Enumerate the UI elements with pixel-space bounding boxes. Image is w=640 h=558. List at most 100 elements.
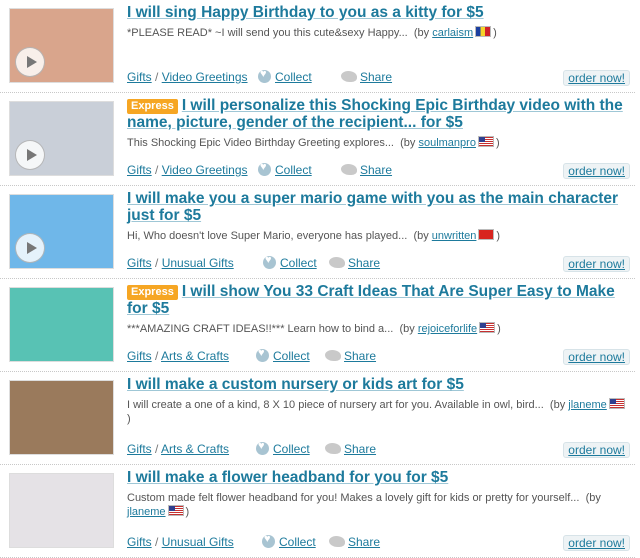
seller-link[interactable]: jlaneme: [568, 399, 607, 411]
order-now-button[interactable]: order now!: [563, 70, 630, 86]
collect-label: Collect: [280, 256, 317, 270]
gig-description: ***AMAZING CRAFT IDEAS!!*** Learn how to…: [127, 322, 630, 336]
gig-title-text: I will make a flower headband for you fo…: [127, 469, 449, 486]
gig-title-link[interactable]: I will make a custom nursery or kids art…: [127, 376, 630, 393]
share-button[interactable]: Share: [341, 70, 392, 84]
share-label: Share: [360, 70, 393, 84]
gig-title-link[interactable]: I will sing Happy Birthday to you as a k…: [127, 4, 630, 21]
gig-description: Hi, Who doesn't love Super Mario, everyo…: [127, 229, 630, 243]
heart-icon: [256, 440, 269, 455]
gig-title-link[interactable]: I will make you a super mario game with …: [127, 190, 630, 224]
order-now-button[interactable]: order now!: [563, 349, 630, 365]
collect-button[interactable]: Collect: [258, 68, 312, 84]
gig-item: Express I will personalize this Shocking …: [0, 93, 635, 186]
category-link[interactable]: Gifts: [127, 163, 152, 177]
gig-thumbnail[interactable]: [9, 8, 114, 83]
category-separator: /: [151, 442, 162, 456]
order-now-button[interactable]: order now!: [563, 256, 630, 272]
seller-link[interactable]: soulmanpro: [418, 137, 475, 149]
description-text: *PLEASE READ* ~I will send you this cute…: [127, 27, 408, 39]
category-separator: /: [151, 349, 162, 363]
gig-title-text: I will make you a super mario game with …: [127, 190, 619, 224]
gig-description: I will create a one of a kind, 8 X 10 pi…: [127, 398, 630, 426]
gig-title-link[interactable]: Express I will show You 33 Craft Ideas Th…: [127, 283, 630, 317]
country-flag-icon: [475, 26, 492, 37]
category-link[interactable]: Gifts: [127, 442, 152, 456]
by-close: ): [495, 137, 500, 149]
subcategory-link[interactable]: Video Greetings: [162, 163, 248, 177]
express-badge: Express: [127, 285, 178, 300]
country-flag-icon: [479, 322, 496, 333]
category-link[interactable]: Gifts: [127, 349, 152, 363]
collect-label: Collect: [273, 349, 310, 363]
gig-thumbnail[interactable]: [9, 101, 114, 176]
gig-item: Express I will show You 33 Craft Ideas Th…: [0, 279, 635, 372]
category-link[interactable]: Gifts: [127, 256, 152, 270]
gig-list: I will sing Happy Birthday to you as a k…: [0, 0, 635, 558]
seller-link[interactable]: unwritten: [432, 230, 477, 242]
collect-button[interactable]: Collect: [258, 161, 312, 177]
collect-button[interactable]: Collect: [262, 533, 316, 549]
collect-label: Collect: [273, 442, 310, 456]
by-label: (by: [399, 323, 415, 335]
share-button[interactable]: Share: [329, 535, 380, 549]
gig-title-link[interactable]: I will make a flower headband for you fo…: [127, 469, 630, 486]
thumbnail-image: [10, 381, 113, 454]
heart-icon: [258, 161, 271, 176]
express-badge: Express: [127, 99, 178, 114]
by-close: ): [185, 506, 190, 518]
subcategory-link[interactable]: Unusual Gifts: [162, 535, 234, 549]
collect-label: Collect: [279, 535, 316, 549]
gig-title-text: I will make a custom nursery or kids art…: [127, 376, 464, 393]
order-now-button[interactable]: order now!: [563, 442, 630, 458]
thumbnail-image: [10, 474, 113, 547]
share-button[interactable]: Share: [341, 163, 392, 177]
category-link[interactable]: Gifts: [127, 70, 152, 84]
country-flag-icon: [167, 505, 184, 516]
country-flag-icon: [477, 136, 494, 147]
gig-title-text: I will sing Happy Birthday to you as a k…: [127, 4, 484, 21]
gig-thumbnail[interactable]: [9, 287, 114, 362]
twitter-bird-icon: [329, 536, 345, 547]
country-flag-icon: [478, 229, 495, 240]
share-button[interactable]: Share: [329, 256, 380, 270]
order-now-button[interactable]: order now!: [563, 535, 630, 551]
collect-button[interactable]: Collect: [256, 440, 310, 456]
share-button[interactable]: Share: [325, 349, 376, 363]
gig-title-text: I will personalize this Shocking Epic Bi…: [127, 97, 623, 131]
play-icon[interactable]: [15, 233, 45, 263]
subcategory-link[interactable]: Arts & Crafts: [161, 442, 229, 456]
play-icon[interactable]: [15, 47, 45, 77]
subcategory-link[interactable]: Video Greetings: [162, 70, 248, 84]
gig-item: I will make a flower headband for you fo…: [0, 465, 635, 558]
gig-title-link[interactable]: Express I will personalize this Shocking …: [127, 97, 630, 131]
category-separator: /: [151, 70, 162, 84]
share-label: Share: [344, 349, 377, 363]
gig-description: *PLEASE READ* ~I will send you this cute…: [127, 26, 630, 40]
gig-thumbnail[interactable]: [9, 473, 114, 548]
share-button[interactable]: Share: [325, 442, 376, 456]
category-link[interactable]: Gifts: [127, 535, 152, 549]
description-text: ***AMAZING CRAFT IDEAS!!*** Learn how to…: [127, 323, 394, 335]
gig-item: I will make a custom nursery or kids art…: [0, 372, 635, 465]
share-label: Share: [344, 442, 377, 456]
seller-link[interactable]: rejoiceforlife: [418, 323, 477, 335]
gig-thumbnail[interactable]: [9, 194, 114, 269]
subcategory-link[interactable]: Arts & Crafts: [161, 349, 229, 363]
by-label: (by: [585, 492, 601, 504]
subcategory-link[interactable]: Unusual Gifts: [162, 256, 234, 270]
gig-thumbnail[interactable]: [9, 380, 114, 455]
twitter-bird-icon: [341, 71, 357, 82]
order-now-button[interactable]: order now!: [563, 163, 630, 179]
by-label: (by: [400, 137, 416, 149]
collect-label: Collect: [275, 163, 312, 177]
category-separator: /: [151, 163, 162, 177]
collect-button[interactable]: Collect: [263, 254, 317, 270]
play-icon[interactable]: [15, 140, 45, 170]
collect-button[interactable]: Collect: [256, 347, 310, 363]
by-close: ): [496, 230, 501, 242]
by-close: ): [493, 27, 497, 39]
thumbnail-image: [10, 288, 113, 361]
seller-link[interactable]: carlaism: [432, 27, 473, 39]
seller-link[interactable]: jlaneme: [127, 506, 166, 518]
